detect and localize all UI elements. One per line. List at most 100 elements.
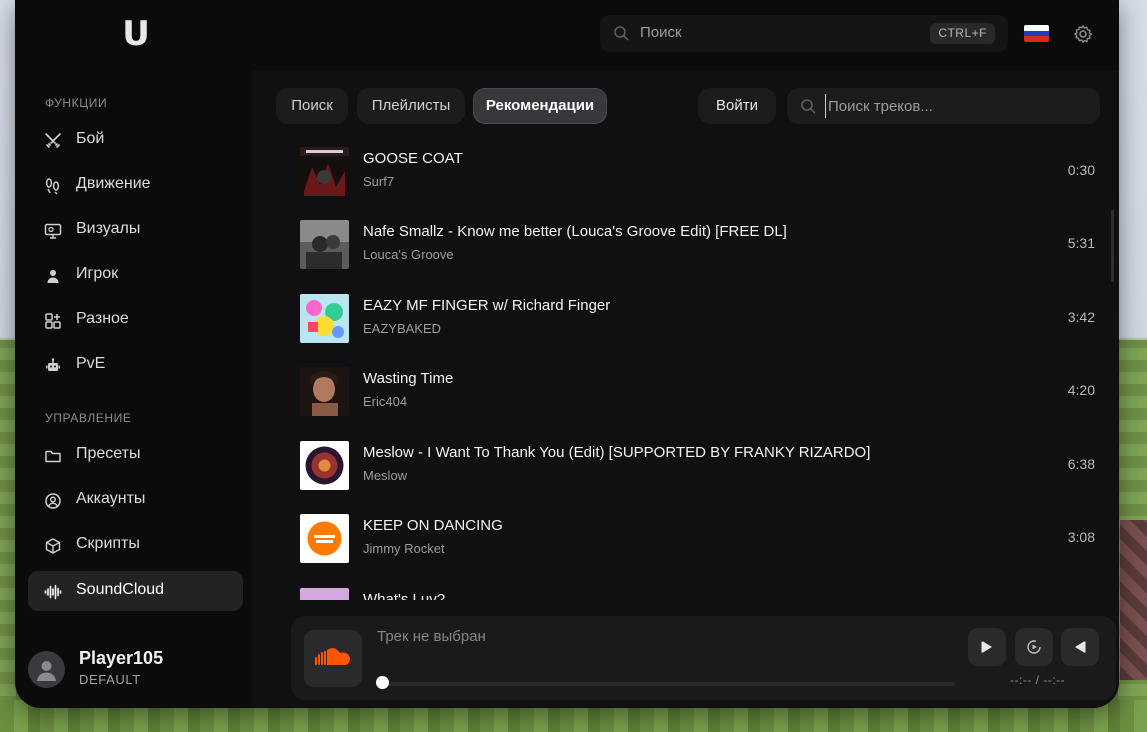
user-role: DEFAULT	[79, 672, 141, 687]
track-cover	[300, 220, 349, 269]
sidebar-item-player[interactable]: Игрок	[28, 255, 243, 295]
track-search[interactable]	[787, 88, 1100, 124]
track-row[interactable]: Nafe Smallz - Know me better (Louca's Gr…	[291, 213, 1101, 279]
folder-icon	[45, 450, 61, 463]
track-title: Meslow - I Want To Thank You (Edit) [SUP…	[363, 444, 871, 461]
grid-plus-icon	[45, 313, 61, 329]
global-search-input[interactable]: Поиск CTRL+F	[600, 15, 1008, 52]
track-row[interactable]: Meslow - I Want To Thank You (Edit) [SUP…	[291, 434, 1101, 500]
search-icon	[614, 26, 629, 41]
section-title-functions: ФУНКЦИИ	[45, 96, 108, 110]
track-duration: 0:30	[1067, 162, 1095, 178]
track-duration: 3:42	[1067, 309, 1095, 325]
background-brick-block	[1120, 520, 1147, 680]
cover-art-icon	[300, 588, 349, 600]
track-duration: 4:20	[1067, 382, 1095, 398]
track-row[interactable]: EAZY MF FINGER w/ Richard Finger EAZYBAK…	[291, 287, 1101, 353]
progress-bar[interactable]	[383, 682, 955, 686]
monitor-icon	[44, 223, 62, 239]
tab-recommendations[interactable]: Рекомендации	[473, 88, 607, 124]
track-cover	[300, 367, 349, 416]
track-list: GOOSE COAT Surf7 0:30 Nafe Smallz - Know…	[291, 140, 1111, 600]
user-profile[interactable]: Player105 DEFAULT	[28, 648, 243, 692]
cover-art-icon	[300, 147, 349, 196]
track-cover	[300, 441, 349, 490]
track-title: Nafe Smallz - Know me better (Louca's Gr…	[363, 223, 787, 240]
previous-icon	[1075, 641, 1086, 653]
search-icon	[801, 99, 816, 114]
track-row[interactable]: Wasting Time Eric404 4:20	[291, 360, 1101, 426]
sidebar: ФУНКЦИИ Бой Движение Визуалы Игрок Разно…	[15, 80, 251, 708]
track-artist: Eric404	[363, 394, 408, 409]
track-row[interactable]: What's Luv?	[291, 581, 1101, 600]
sidebar-item-label: PvE	[76, 355, 106, 372]
gear-icon[interactable]	[1073, 24, 1093, 44]
repeat-button[interactable]	[1015, 628, 1053, 666]
sidebar-item-label: Бой	[76, 130, 105, 147]
progress-knob[interactable]	[376, 676, 389, 689]
cover-art-icon	[300, 514, 349, 563]
track-cover	[300, 588, 349, 600]
cover-art-icon	[300, 441, 349, 490]
sidebar-item-presets[interactable]: Пресеты	[28, 435, 243, 475]
cover-art-icon	[300, 367, 349, 416]
sidebar-item-combat[interactable]: Бой	[28, 120, 243, 160]
ru-flag-icon[interactable]	[1024, 25, 1049, 42]
robot-icon	[46, 358, 60, 371]
app-logo: U	[122, 14, 150, 54]
sidebar-item-label: Пресеты	[76, 445, 141, 462]
track-search-input[interactable]	[825, 94, 1085, 118]
track-title: Wasting Time	[363, 370, 454, 387]
track-artist: Surf7	[363, 174, 395, 189]
sidebar-item-movement[interactable]: Движение	[28, 165, 243, 205]
sidebar-item-scripts[interactable]: Скрипты	[28, 525, 243, 565]
sidebar-item-label: Игрок	[76, 265, 119, 282]
sidebar-item-label: Скрипты	[76, 535, 140, 552]
sidebar-item-accounts[interactable]: Аккаунты	[28, 480, 243, 520]
track-cover	[300, 147, 349, 196]
track-duration: 3:08	[1067, 529, 1095, 545]
background-grass-left	[0, 340, 16, 732]
track-list-scrollbar[interactable]	[1111, 210, 1114, 282]
sidebar-item-label: Разное	[76, 310, 129, 327]
sidebar-item-label: Движение	[76, 175, 151, 192]
cover-art-icon	[300, 220, 349, 269]
sidebar-item-pve[interactable]: PvE	[28, 345, 243, 385]
track-title: KEEP ON DANCING	[363, 517, 503, 534]
cover-art-icon	[300, 294, 349, 343]
sidebar-item-soundcloud[interactable]: SoundCloud	[28, 571, 243, 611]
soundcloud-logo-icon	[315, 648, 350, 665]
sidebar-item-label: Аккаунты	[76, 490, 146, 507]
track-title: GOOSE COAT	[363, 150, 463, 167]
login-button[interactable]: Войти	[698, 88, 776, 124]
player-time: --:-- / --:--	[1010, 673, 1066, 687]
sidebar-item-label: Визуалы	[76, 220, 141, 237]
track-artist: Louca's Groove	[363, 247, 454, 262]
track-artist: Meslow	[363, 468, 408, 483]
track-duration: 5:31	[1067, 235, 1095, 251]
client-window: U Поиск CTRL+F ФУНКЦИИ Бой Движение Визу…	[15, 0, 1119, 708]
player-bar: Трек не выбран --:-- / --:--	[291, 616, 1116, 700]
avatar-user-icon	[37, 661, 56, 681]
tab-playlists[interactable]: Плейлисты	[357, 88, 465, 124]
track-row[interactable]: GOOSE COAT Surf7 0:30	[291, 140, 1101, 206]
sidebar-item-misc[interactable]: Разное	[28, 300, 243, 340]
track-duration: 6:38	[1067, 456, 1095, 472]
track-artist: EAZYBAKED	[363, 321, 442, 336]
tab-search[interactable]: Поиск	[276, 88, 348, 124]
previous-button[interactable]	[1061, 628, 1099, 666]
sidebar-item-visuals[interactable]: Визуалы	[28, 210, 243, 250]
cube-icon	[45, 538, 61, 554]
player-status: Трек не выбран	[377, 628, 486, 645]
footprints-icon	[45, 178, 60, 195]
replay-icon	[1027, 640, 1041, 654]
waveform-icon	[44, 584, 62, 600]
play-button[interactable]	[968, 628, 1006, 666]
play-icon	[981, 641, 992, 653]
search-shortcut-badge: CTRL+F	[930, 23, 995, 44]
user-circle-icon	[45, 493, 61, 509]
track-artist: Jimmy Rocket	[363, 541, 445, 556]
track-title: What's Luv?	[363, 591, 446, 600]
track-row[interactable]: KEEP ON DANCING Jimmy Rocket 3:08	[291, 507, 1101, 573]
global-search-placeholder: Поиск	[640, 24, 682, 41]
